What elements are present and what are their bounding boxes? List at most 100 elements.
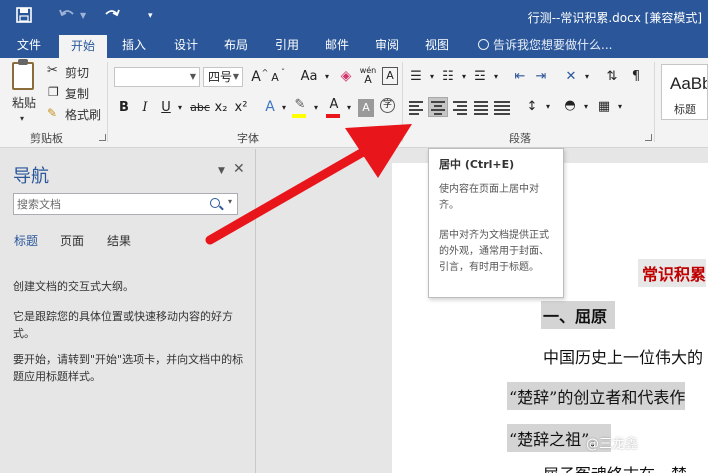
strikethrough-button[interactable]: abc — [189, 99, 211, 117]
tab-layout[interactable]: 布局 — [222, 33, 250, 58]
underline-dropdown-icon[interactable]: ▾ — [172, 99, 188, 117]
nav-help-text-2: 它是跟踪您的具体位置或快速移动内容的好方式。 — [13, 310, 233, 340]
highlight-dropdown-icon[interactable]: ▾ — [308, 99, 324, 117]
subscript-button[interactable]: x₂ — [213, 99, 229, 117]
align-center-button[interactable] — [428, 97, 448, 117]
line — [494, 105, 510, 107]
borders-icon[interactable]: ▦ — [596, 98, 612, 116]
numbering-dropdown-icon[interactable]: ▾ — [456, 68, 472, 86]
shading-dropdown-icon[interactable]: ▾ — [578, 98, 594, 116]
font-name-dropdown-icon: ▼ — [189, 72, 196, 81]
text-effects-dropdown-icon[interactable]: ▾ — [276, 99, 292, 117]
font-name-select[interactable]: ▼ — [114, 67, 200, 87]
tab-pages[interactable]: 页面 — [60, 232, 84, 249]
line — [474, 113, 488, 115]
character-shading-button[interactable]: A — [358, 99, 374, 117]
copy-icon: ❐ — [48, 85, 59, 99]
line — [431, 109, 445, 111]
style-name: 标题 — [674, 103, 696, 116]
tell-me-box[interactable]: 告诉我您想要做什么... — [478, 33, 612, 58]
tab-insert[interactable]: 插入 — [120, 33, 148, 58]
tab-headings[interactable]: 标题 — [14, 232, 38, 249]
tab-file[interactable]: 文件 — [15, 33, 43, 58]
chinese-layout-dropdown-icon[interactable]: ▾ — [579, 68, 595, 86]
show-marks-icon[interactable]: ¶ — [628, 68, 644, 86]
tab-review[interactable]: 审阅 — [373, 33, 401, 58]
search-icon[interactable] — [210, 198, 220, 208]
tab-design[interactable]: 设计 — [172, 33, 200, 58]
search-input[interactable] — [17, 196, 202, 212]
line-spacing-dropdown-icon[interactable]: ▾ — [540, 98, 556, 116]
change-case-button[interactable]: Aa — [298, 68, 320, 86]
document-heading: 常识积累 — [638, 259, 707, 287]
character-border-icon[interactable]: A — [382, 67, 398, 85]
clear-formatting-icon[interactable]: ◈ — [338, 67, 354, 85]
font-size-select[interactable]: 四号 ▼ — [203, 67, 243, 87]
redo-icon[interactable] — [103, 7, 121, 28]
change-case-dropdown-icon[interactable]: ▾ — [319, 68, 335, 86]
highlight-icon[interactable]: ✎ — [292, 96, 308, 114]
clipboard-launcher-icon[interactable] — [99, 134, 106, 141]
line — [409, 113, 419, 115]
search-box[interactable]: ▾ — [13, 193, 238, 215]
style-normal-tile[interactable]: AaBb 标题 — [661, 64, 708, 120]
multilevel-list-icon[interactable]: ☲ — [472, 68, 488, 86]
line-spacing-icon[interactable]: ↕ — [524, 98, 540, 116]
align-right-button[interactable] — [450, 97, 470, 117]
search-dropdown-icon[interactable]: ▾ — [228, 197, 232, 206]
save-icon[interactable] — [16, 7, 32, 28]
paste-button[interactable]: 粘贴 — [12, 95, 36, 111]
italic-button[interactable]: I — [137, 99, 153, 117]
font-launcher-icon[interactable] — [392, 134, 399, 141]
clipboard-icon[interactable] — [12, 59, 34, 90]
line — [434, 113, 442, 115]
distributed-button[interactable] — [492, 97, 512, 117]
bullets-dropdown-icon[interactable]: ▾ — [424, 68, 440, 86]
ribbon-tab-bar: 文件 开始 插入 设计 布局 引用 邮件 审阅 视图 告诉我您想要做什么... — [0, 33, 708, 58]
enclose-characters-button[interactable]: 字 — [380, 98, 395, 113]
tab-mailings[interactable]: 邮件 — [323, 33, 351, 58]
undo-dropdown-icon[interactable]: ▼ — [80, 7, 86, 25]
navigation-pane: 导航 ▼ ✕ ▾ 标题 页面 结果 创建文档的交互式大纲。 它是跟踪您的具体位置… — [0, 149, 256, 473]
tab-home[interactable]: 开始 — [59, 35, 108, 58]
line — [431, 101, 445, 103]
superscript-button[interactable]: x² — [233, 99, 249, 117]
cut-button[interactable]: 剪切 — [65, 65, 89, 81]
bullets-icon[interactable]: ☰ — [408, 68, 424, 86]
borders-dropdown-icon[interactable]: ▾ — [612, 98, 628, 116]
decrease-indent-icon[interactable]: ⇤ — [512, 68, 528, 86]
format-painter-button[interactable]: 格式刷 — [65, 107, 101, 123]
font-color-dropdown-icon[interactable]: ▾ — [341, 99, 357, 117]
multilevel-dropdown-icon[interactable]: ▾ — [488, 68, 504, 86]
align-center-tooltip: 居中 (Ctrl+E) 使内容在页面上居中对齐。 居中对齐为文档提供正式的外观，… — [428, 148, 564, 298]
font-size-value: 四号 — [208, 70, 233, 84]
line — [457, 113, 467, 115]
paragraph-launcher-icon[interactable] — [645, 134, 652, 141]
bold-button[interactable]: B — [116, 99, 132, 117]
numbering-icon[interactable]: ☷ — [440, 68, 456, 86]
increase-indent-icon[interactable]: ⇥ — [533, 68, 549, 86]
paste-dropdown-icon[interactable]: ▾ — [20, 111, 24, 127]
line — [409, 109, 423, 111]
close-icon[interactable]: ✕ — [233, 161, 245, 177]
chinese-layout-icon[interactable]: ✕ — [563, 68, 579, 86]
copy-button[interactable]: 复制 — [65, 86, 89, 102]
tab-results[interactable]: 结果 — [107, 232, 131, 249]
undo-icon[interactable] — [58, 7, 76, 28]
shading-bucket-icon[interactable]: ◓ — [562, 97, 578, 115]
align-left-button[interactable] — [406, 97, 426, 117]
pane-options-icon[interactable]: ▼ — [218, 166, 225, 176]
nav-help-text-1: 创建文档的交互式大纲。 — [13, 280, 134, 293]
tooltip-details: 居中对齐为文档提供正式的外观，通常用于封面、引言，有时用于标题。 — [439, 230, 549, 273]
divider — [402, 62, 403, 142]
highlight-color-bar — [292, 114, 306, 118]
justify-button[interactable] — [471, 97, 491, 117]
format-painter-icon: ✎ — [47, 106, 58, 120]
font-color-button[interactable]: A — [326, 96, 342, 114]
divider — [654, 62, 655, 142]
sort-icon[interactable]: ⇅ — [604, 68, 620, 86]
tab-references[interactable]: 引用 — [273, 33, 301, 58]
tab-view[interactable]: 视图 — [423, 33, 451, 58]
tooltip-title: 居中 (Ctrl+E) — [439, 158, 515, 171]
customize-qat-icon[interactable]: ▾ — [148, 7, 153, 25]
